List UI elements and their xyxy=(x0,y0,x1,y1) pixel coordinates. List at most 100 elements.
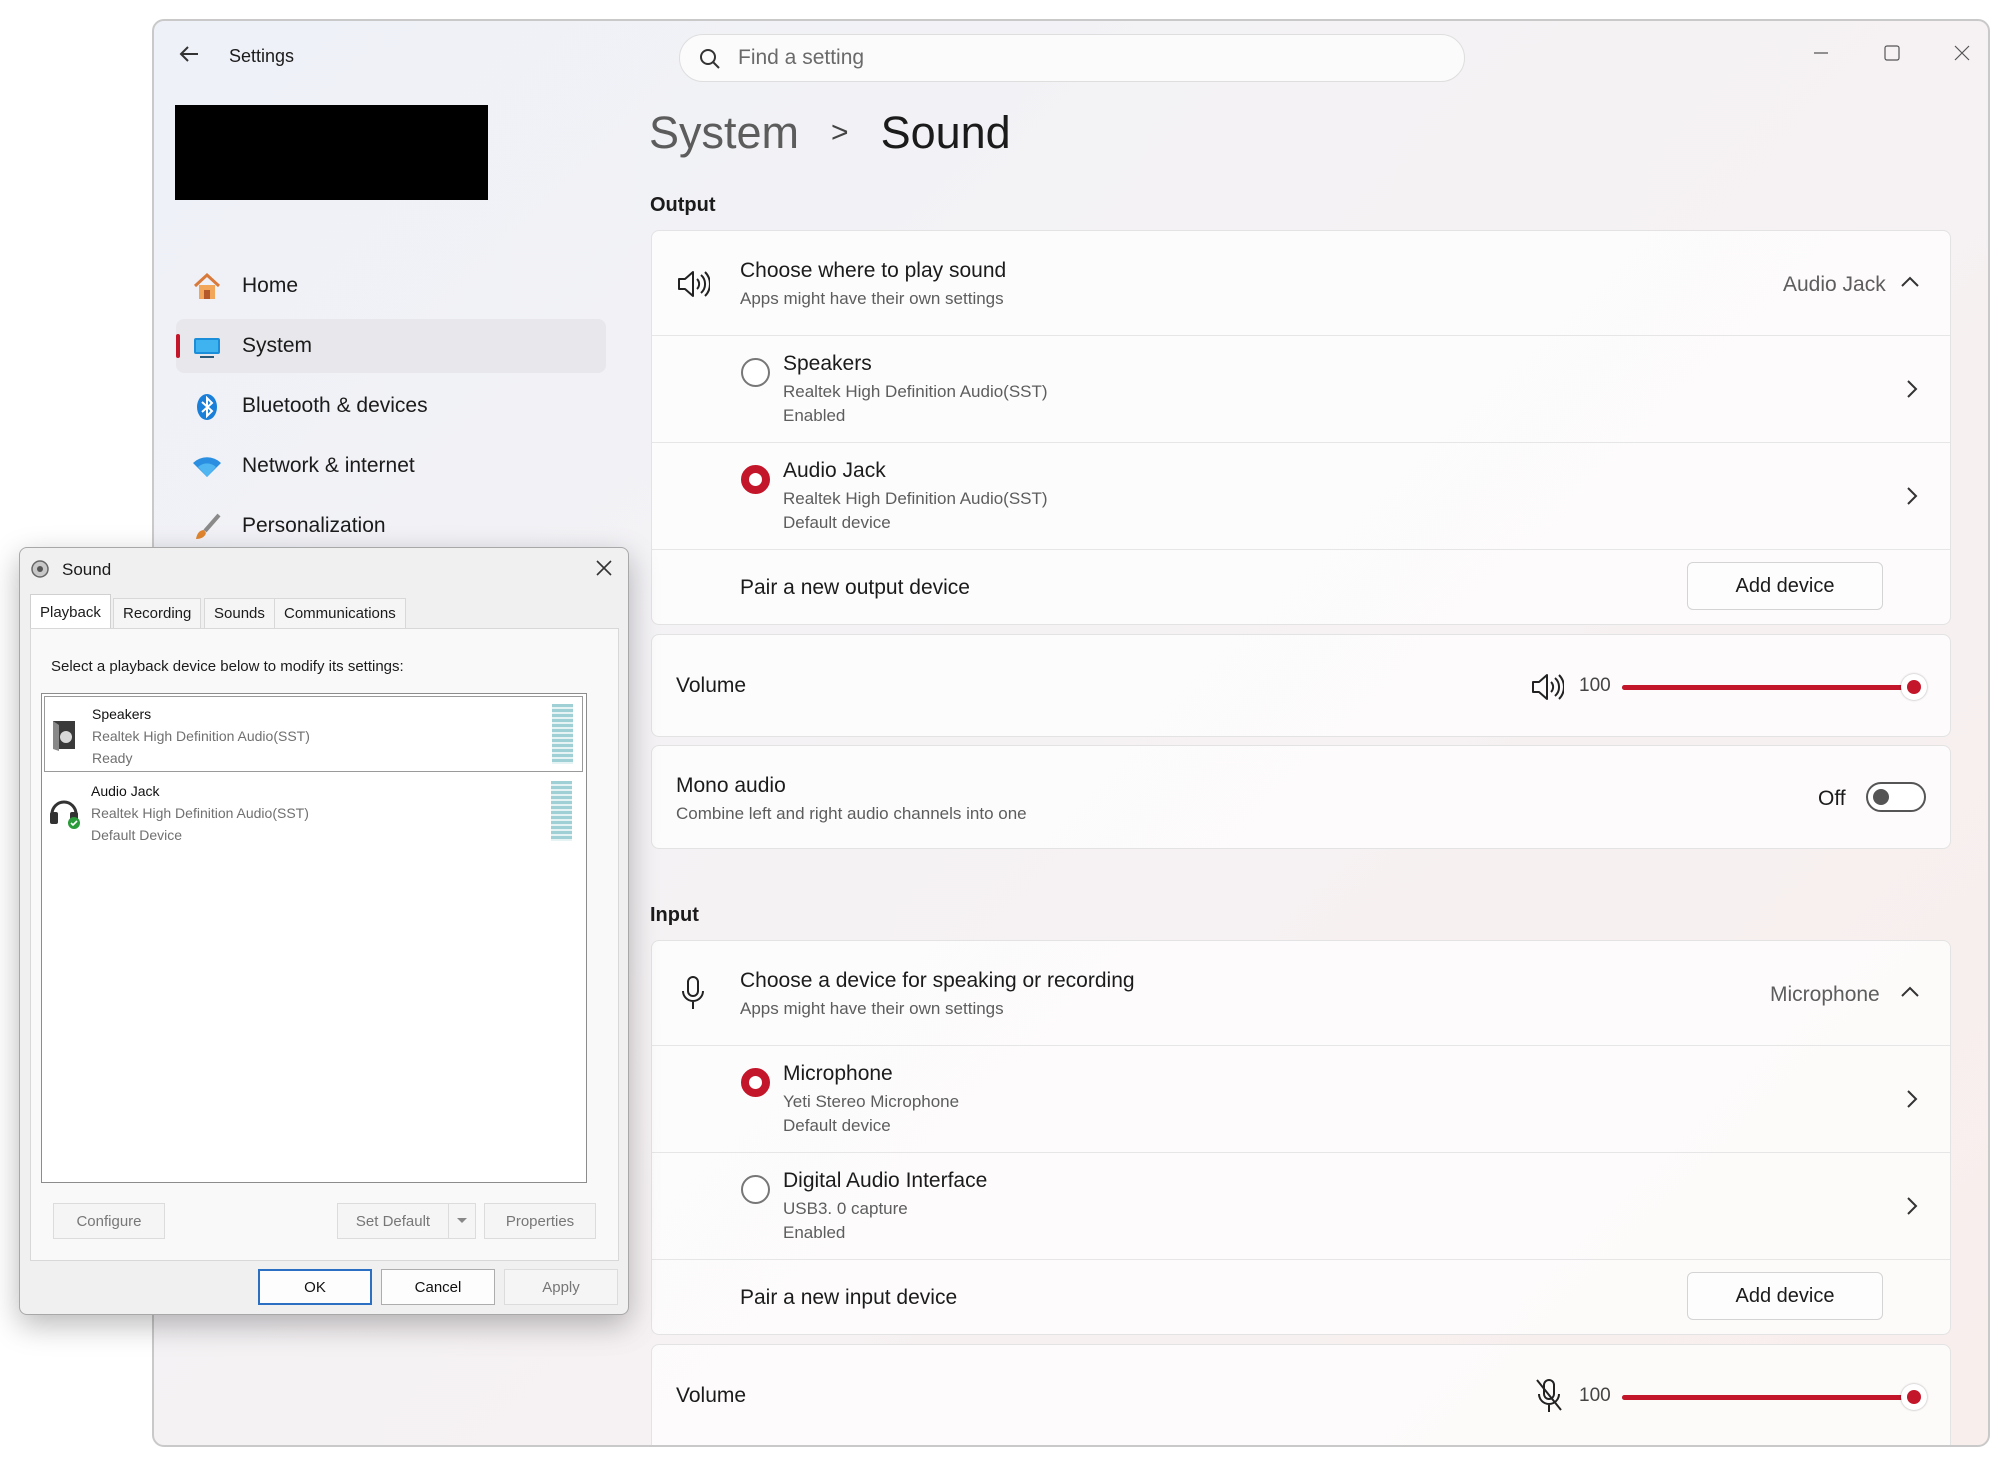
bluetooth-icon xyxy=(197,394,217,420)
input-device-microphone[interactable]: Microphone Yeti Stereo Microphone Defaul… xyxy=(652,1046,1950,1152)
set-default-button[interactable]: Set Default xyxy=(337,1203,449,1239)
device-status: Enabled xyxy=(783,406,846,425)
choose-input-subtitle: Apps might have their own settings xyxy=(740,999,1004,1018)
back-button[interactable] xyxy=(172,37,206,71)
window-title: Settings xyxy=(229,46,295,66)
list-item-speakers[interactable]: Speakers Realtek High Definition Audio(S… xyxy=(44,696,583,772)
nav-item-system[interactable]: System xyxy=(176,319,606,373)
apply-button[interactable]: Apply xyxy=(504,1269,618,1305)
sound-dialog: Sound Playback Recording Sounds Communic… xyxy=(19,547,629,1315)
tab-sounds[interactable]: Sounds xyxy=(204,598,275,628)
search-icon xyxy=(700,49,720,69)
account-banner-redacted xyxy=(175,105,488,200)
chevron-right-icon xyxy=(1907,1197,1918,1215)
device-name: Digital Audio Interface xyxy=(783,1169,988,1192)
device-driver: Realtek High Definition Audio(SST) xyxy=(91,805,309,821)
tab-communications[interactable]: Communications xyxy=(274,598,406,628)
mono-audio-card: Mono audio Combine left and right audio … xyxy=(651,745,1951,849)
input-volume-value: 100 xyxy=(1579,1385,1611,1406)
dialog-title: Sound xyxy=(62,560,112,579)
ok-button[interactable]: OK xyxy=(258,1269,372,1305)
maximize-icon xyxy=(1884,45,1900,61)
minimize-button[interactable] xyxy=(1799,35,1843,71)
nav-item-bluetooth[interactable]: Bluetooth & devices xyxy=(176,379,606,433)
chevron-right-icon xyxy=(1907,487,1918,505)
brush-icon xyxy=(196,513,221,539)
pair-output-label: Pair a new output device xyxy=(740,576,970,599)
search-placeholder: Find a setting xyxy=(738,46,865,69)
add-output-device-button[interactable]: Add device xyxy=(1687,562,1883,610)
divider xyxy=(652,549,1950,550)
device-status: Enabled xyxy=(783,1223,846,1242)
nav-item-network[interactable]: Network & internet xyxy=(176,439,606,493)
list-item-audio-jack[interactable]: Audio Jack Realtek High Definition Audio… xyxy=(44,774,583,850)
output-device-card: Choose where to play sound Apps might ha… xyxy=(651,230,1951,625)
breadcrumb-separator: > xyxy=(831,116,849,149)
choose-input-row[interactable]: Choose a device for speaking or recordin… xyxy=(652,941,1950,1045)
set-default-dropdown[interactable] xyxy=(448,1203,476,1239)
speaker-icon xyxy=(678,271,710,297)
dialog-instruction: Select a playback device below to modify… xyxy=(51,658,404,675)
radio-audio-jack[interactable] xyxy=(741,465,770,494)
nav-item-home[interactable]: Home xyxy=(176,259,606,313)
device-driver: Realtek High Definition Audio(SST) xyxy=(783,489,1048,508)
device-name: Speakers xyxy=(92,706,152,722)
device-status: Default device xyxy=(783,1116,891,1135)
search-box[interactable]: Find a setting xyxy=(679,34,1465,82)
home-icon xyxy=(193,272,221,299)
sound-app-icon xyxy=(31,560,49,578)
device-name: Microphone xyxy=(783,1062,893,1085)
output-device-audio-jack[interactable]: Audio Jack Realtek High Definition Audio… xyxy=(652,443,1950,549)
breadcrumb-parent[interactable]: System xyxy=(649,107,799,159)
choose-output-subtitle: Apps might have their own settings xyxy=(740,289,1004,308)
device-driver: Realtek High Definition Audio(SST) xyxy=(783,382,1048,401)
breadcrumb: System > Sound xyxy=(649,107,1011,159)
output-selected-value: Audio Jack xyxy=(1783,273,1886,296)
choose-input-title: Choose a device for speaking or recordin… xyxy=(740,969,1135,992)
add-input-device-button[interactable]: Add device xyxy=(1687,1272,1883,1320)
cancel-button[interactable]: Cancel xyxy=(381,1269,495,1305)
input-volume-slider-thumb[interactable] xyxy=(1901,1384,1927,1410)
output-volume-slider-thumb[interactable] xyxy=(1901,674,1927,700)
mono-audio-toggle[interactable] xyxy=(1866,782,1926,812)
page-title: Sound xyxy=(880,107,1011,158)
speaker-volume-icon[interactable] xyxy=(1530,672,1564,702)
chevron-right-icon xyxy=(1907,1090,1918,1108)
dialog-close-icon[interactable] xyxy=(594,558,614,578)
chevron-up-icon[interactable] xyxy=(1900,985,1920,999)
device-driver: Realtek High Definition Audio(SST) xyxy=(92,728,310,744)
chevron-up-icon[interactable] xyxy=(1900,275,1920,289)
device-driver: Yeti Stereo Microphone xyxy=(783,1092,960,1111)
playback-device-list[interactable]: Speakers Realtek High Definition Audio(S… xyxy=(41,693,587,1183)
device-name: Audio Jack xyxy=(783,459,886,482)
properties-button[interactable]: Properties xyxy=(484,1203,596,1239)
radio-digital-audio-interface[interactable] xyxy=(741,1175,770,1204)
choose-output-title: Choose where to play sound xyxy=(740,259,1007,282)
radio-microphone[interactable] xyxy=(741,1068,770,1097)
choose-output-row[interactable]: Choose where to play sound Apps might ha… xyxy=(652,231,1950,335)
configure-button[interactable]: Configure xyxy=(53,1203,165,1239)
device-status: Ready xyxy=(92,750,133,766)
device-name: Audio Jack xyxy=(91,783,160,799)
headphones-default-icon xyxy=(50,800,80,829)
nav-item-personalization[interactable]: Personalization xyxy=(176,499,606,553)
mono-audio-state: Off xyxy=(1818,787,1846,810)
level-meter xyxy=(552,704,573,764)
nav-label-personalization: Personalization xyxy=(242,514,386,537)
back-arrow-icon xyxy=(179,46,198,62)
device-driver: USB3. 0 capture xyxy=(783,1199,908,1218)
microphone-muted-icon[interactable] xyxy=(1534,1377,1564,1415)
output-device-speakers[interactable]: Speakers Realtek High Definition Audio(S… xyxy=(652,336,1950,442)
level-meter xyxy=(551,781,572,841)
tab-recording[interactable]: Recording xyxy=(113,598,202,628)
input-device-digital-audio-interface[interactable]: Digital Audio Interface USB3. 0 capture … xyxy=(652,1153,1950,1259)
device-name: Speakers xyxy=(783,352,872,375)
divider xyxy=(652,1259,1950,1260)
close-button[interactable] xyxy=(1940,35,1984,71)
maximize-button[interactable] xyxy=(1870,35,1914,71)
output-volume-value: 100 xyxy=(1579,675,1611,696)
tab-playback[interactable]: Playback xyxy=(30,594,111,629)
system-icon xyxy=(194,338,220,358)
output-volume-fill xyxy=(1622,685,1914,690)
radio-speakers[interactable] xyxy=(741,358,770,387)
